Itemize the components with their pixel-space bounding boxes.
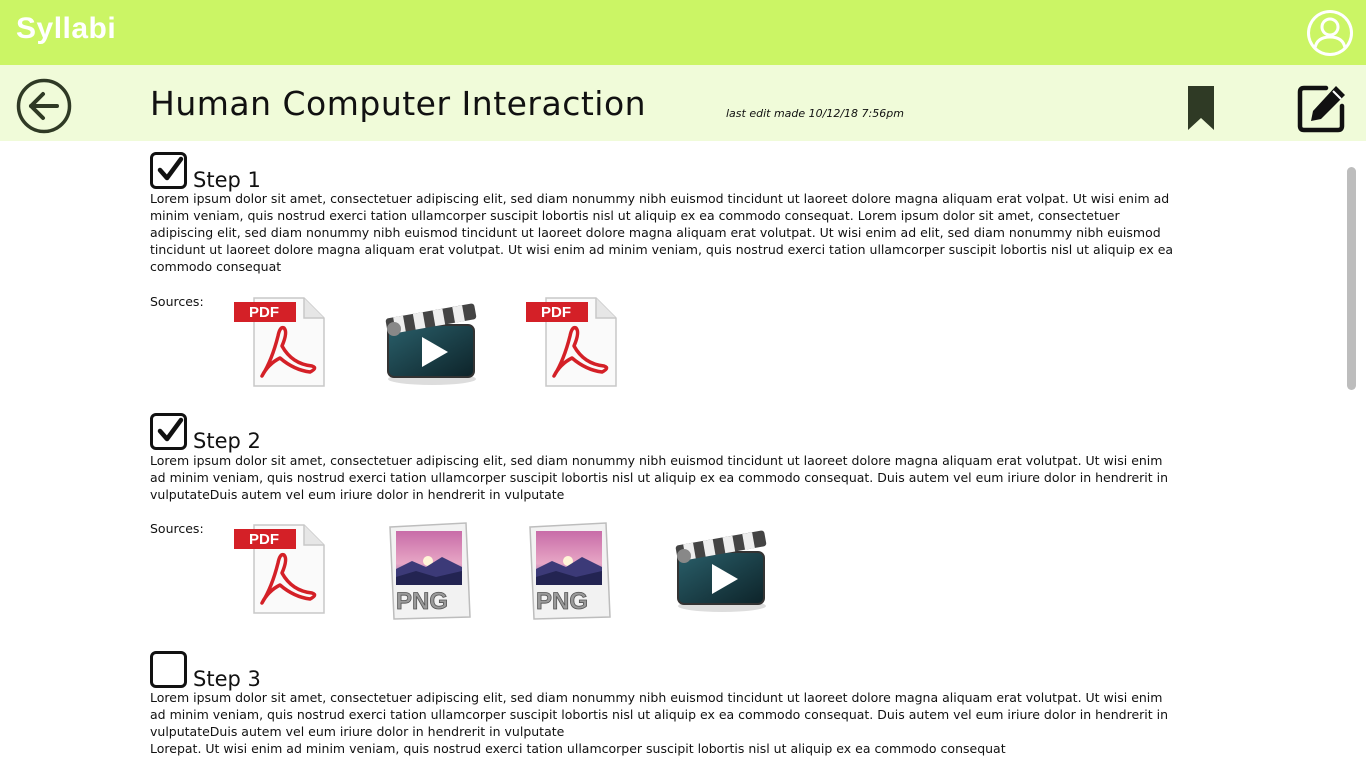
bookmark-button[interactable] (1186, 84, 1216, 132)
pdf-file-icon[interactable]: PDF (524, 294, 620, 390)
scrollbar-thumb[interactable] (1347, 167, 1356, 390)
step-2: Step 2 Lorem ipsum dolor sit amet, conse… (150, 407, 1180, 631)
step-1: Step 1 Lorem ipsum dolor sit amet, conse… (150, 146, 1180, 404)
step-title: Step 3 (193, 667, 261, 691)
svg-text:PDF: PDF (249, 304, 279, 321)
checkmark-icon (157, 417, 184, 442)
pdf-file-icon[interactable]: PDF (232, 294, 328, 390)
step-title: Step 1 (193, 168, 261, 192)
edit-pencil-icon (1297, 85, 1345, 133)
png-image-icon[interactable]: PNG (382, 521, 478, 620)
step-header: Step 1 (150, 146, 1180, 192)
step-1-sources: Sources: PDF PDF (150, 294, 1180, 404)
svg-text:PDF: PDF (541, 304, 571, 321)
back-button[interactable] (16, 78, 72, 134)
page-title: Human Computer Interaction (150, 84, 647, 123)
step-2-sources: Sources: PDF PNG PNG (150, 521, 1180, 631)
svg-text:PDF: PDF (249, 531, 279, 548)
step-description-continued: Lorepat. Ut wisi enim ad minim veniam, q… (150, 741, 1006, 756)
sources-label: Sources: (150, 294, 204, 309)
pdf-file-icon[interactable]: PDF (232, 521, 328, 617)
step-3-checkbox[interactable] (150, 651, 187, 688)
png-image-icon[interactable]: PNG (522, 521, 618, 620)
step-header: Step 3 (150, 645, 1180, 691)
last-edit-timestamp: last edit made 10/12/18 7:56pm (726, 107, 904, 120)
video-clapper-icon[interactable] (380, 289, 480, 389)
video-clapper-icon[interactable] (670, 516, 770, 616)
step-description: Lorem ipsum dolor sit amet, consectetuer… (150, 690, 1169, 739)
syllabus-content: Step 1 Lorem ipsum dolor sit amet, conse… (0, 141, 1366, 768)
step-3: Step 3 Lorem ipsum dolor sit amet, conse… (150, 645, 1180, 757)
sources-label: Sources: (150, 521, 204, 536)
step-header: Step 2 (150, 407, 1180, 453)
edit-button[interactable] (1296, 82, 1348, 134)
arrow-left-circle-icon (16, 78, 72, 134)
step-description: Lorem ipsum dolor sit amet, consectetuer… (150, 191, 1174, 274)
step-description: Lorem ipsum dolor sit amet, consectetuer… (150, 453, 1169, 502)
user-avatar-icon[interactable] (1305, 8, 1355, 58)
app-brand[interactable]: Syllabi (16, 12, 116, 46)
step-1-checkbox[interactable] (150, 152, 187, 189)
course-header: Human Computer Interaction last edit mad… (0, 65, 1366, 141)
step-2-checkbox[interactable] (150, 413, 187, 450)
checkmark-icon (157, 156, 184, 181)
svg-text:PNG: PNG (536, 588, 588, 615)
bookmark-icon (1188, 86, 1214, 130)
step-title: Step 2 (193, 429, 261, 453)
top-bar: Syllabi (0, 0, 1366, 65)
svg-text:PNG: PNG (396, 588, 448, 615)
